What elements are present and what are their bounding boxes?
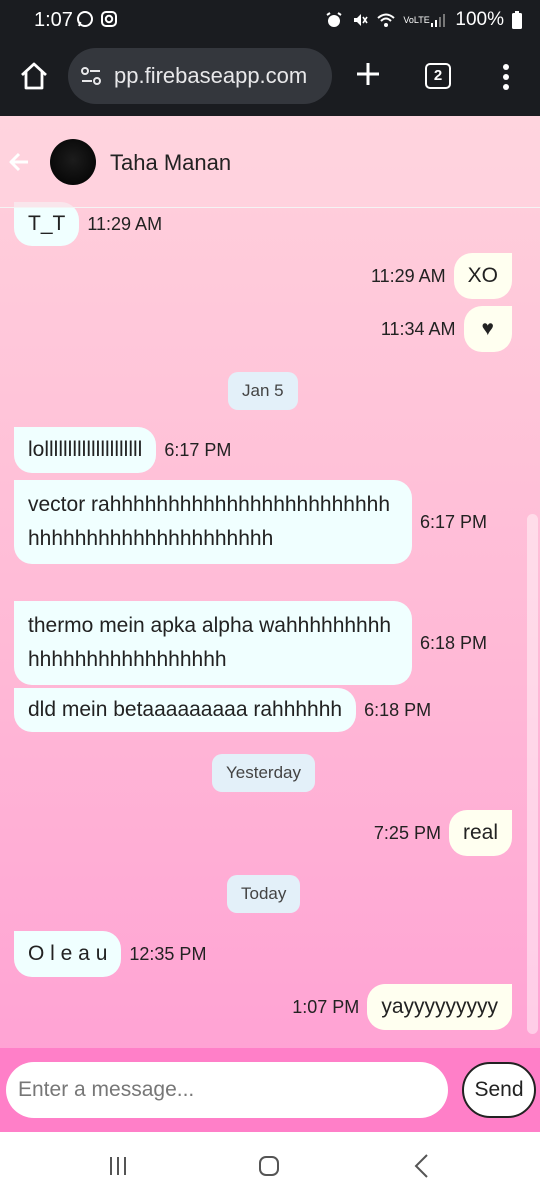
chat-area[interactable]: T_T 11:29 AM 11:29 AM XO 11:34 AM ♥ Jan … <box>0 116 540 1048</box>
back-arrow-icon[interactable] <box>8 151 30 173</box>
message-time: 6:18 PM <box>420 632 488 653</box>
plus-icon <box>357 63 379 85</box>
message-row: lolllllllllllllllllllll 6:17 PM <box>14 427 231 473</box>
instagram-icon <box>101 11 117 27</box>
alarm-icon <box>326 12 342 27</box>
message-time: 12:35 PM <box>129 943 207 964</box>
composer-bar: Send <box>0 1048 540 1132</box>
address-bar[interactable]: pp.firebaseapp.com <box>68 48 332 104</box>
new-tab-button[interactable] <box>352 58 384 90</box>
message-time: 1:07 PM <box>292 996 360 1017</box>
incoming-bubble[interactable]: thermo mein apka alpha wahhhhhhhhhhhhhhh… <box>14 601 412 685</box>
nav-home-icon[interactable] <box>257 1154 281 1178</box>
message-row: T_T 11:29 AM <box>14 202 162 246</box>
battery-icon <box>512 11 522 29</box>
nav-back-icon[interactable] <box>410 1153 434 1179</box>
whatsapp-icon <box>77 11 93 27</box>
system-nav-bar <box>0 1132 540 1200</box>
message-row: 7:25 PM real <box>374 810 512 856</box>
date-separator: Today <box>227 875 301 913</box>
status-time: 1:07 <box>34 9 73 31</box>
incoming-bubble[interactable]: O l e a u <box>14 931 122 977</box>
outgoing-bubble[interactable]: real <box>448 810 512 856</box>
system-icons: VoLTE 100% <box>325 9 522 31</box>
message-time: 7:25 PM <box>373 822 441 843</box>
message-time: 6:17 PM <box>420 511 488 532</box>
url-text: pp.firebaseapp.com <box>114 63 308 88</box>
battery-percent: 100% <box>455 9 504 30</box>
signal-icon <box>431 14 446 27</box>
outgoing-bubble[interactable]: XO <box>453 253 512 299</box>
message-row: thermo mein apka alpha wahhhhhhhhhhhhhhh… <box>14 601 487 685</box>
message-time: 11:29 AM <box>87 213 163 234</box>
message-input[interactable] <box>6 1062 448 1118</box>
send-button[interactable]: Send <box>462 1062 536 1118</box>
notification-icons <box>76 10 118 28</box>
wifi-icon <box>377 13 396 27</box>
scrollbar[interactable] <box>527 514 538 1034</box>
message-row: dld mein betaaaaaaaaa rahhhhhh 6:18 PM <box>14 688 431 732</box>
date-separator: Yesterday <box>212 754 315 792</box>
volte-label: VoLTE <box>403 14 430 25</box>
message-time: 6:17 PM <box>164 439 232 460</box>
recents-icon[interactable] <box>106 1154 130 1178</box>
date-separator: Jan 5 <box>228 372 298 410</box>
home-icon[interactable] <box>18 60 50 92</box>
incoming-bubble[interactable]: dld mein betaaaaaaaaa rahhhhhh <box>14 688 357 732</box>
avatar[interactable] <box>50 139 96 185</box>
message-time: 11:29 AM <box>370 265 446 286</box>
incoming-bubble[interactable]: lolllllllllllllllllllll <box>14 427 157 473</box>
message-row: O l e a u 12:35 PM <box>14 931 206 977</box>
browser-toolbar: pp.firebaseapp.com 2 <box>0 40 540 116</box>
incoming-bubble[interactable]: vector rahhhhhhhhhhhhhhhhhhhhhhhhhhhhhhh… <box>14 480 412 564</box>
outgoing-bubble[interactable]: ♥ <box>463 306 512 352</box>
outgoing-bubble[interactable]: yayyyyyyyyy <box>367 984 512 1030</box>
message-time: 6:18 PM <box>364 699 432 720</box>
message-row: 1:07 PM yayyyyyyyyy <box>292 984 512 1030</box>
message-row: vector rahhhhhhhhhhhhhhhhhhhhhhhhhhhhhhh… <box>14 480 487 564</box>
status-bar: 1:07 VoLTE 100% <box>0 0 540 40</box>
menu-icon[interactable] <box>496 62 516 92</box>
mute-icon <box>354 14 369 26</box>
contact-name[interactable]: Taha Manan <box>110 150 231 176</box>
message-time: 11:34 AM <box>380 318 456 339</box>
message-row: 11:34 AM ♥ <box>381 306 512 352</box>
message-row: 11:29 AM XO <box>371 253 512 299</box>
tabs-icon[interactable]: 2 <box>425 63 451 89</box>
site-settings-icon[interactable] <box>80 65 102 87</box>
incoming-bubble[interactable]: T_T <box>14 202 80 246</box>
chat-header: Taha Manan <box>0 116 540 208</box>
